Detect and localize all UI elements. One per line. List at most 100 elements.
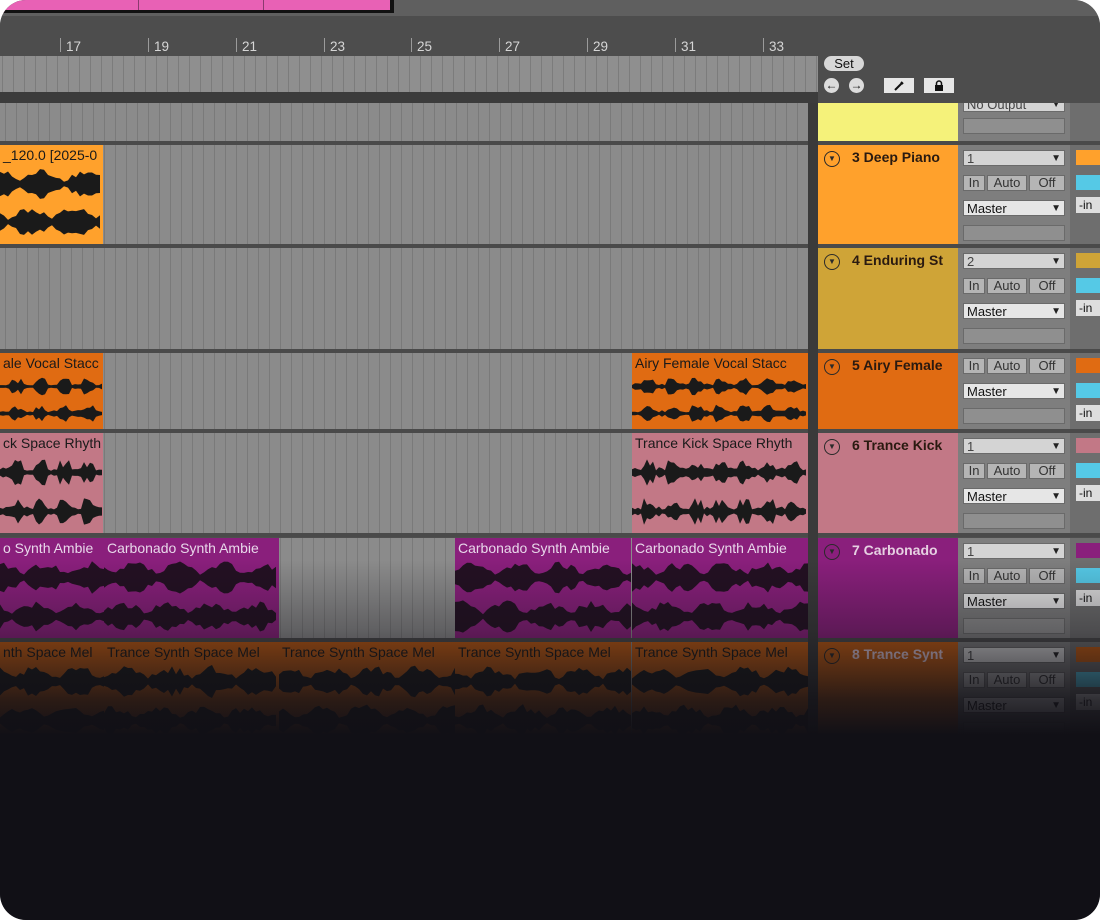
output-chooser[interactable]: Master▼ (963, 200, 1065, 216)
send-value-field[interactable]: -in (1076, 485, 1100, 501)
clip-color-swatch[interactable] (1076, 150, 1100, 165)
bar-number: 29 (593, 39, 609, 54)
input-channel-chooser[interactable]: 1▼ (963, 543, 1065, 559)
arrow-right-icon[interactable]: → (849, 78, 864, 93)
input-channel-chooser[interactable]: 2 ▼ (963, 253, 1065, 269)
track-header[interactable] (818, 103, 958, 141)
track-name: 4 Enduring St (852, 252, 943, 268)
track-header[interactable]: ▼ 4 Enduring St (818, 248, 958, 349)
monitor-off-button[interactable]: Off (1029, 463, 1065, 479)
track-io-section: In Auto Off Master ▼ (958, 353, 1070, 429)
empty-slot[interactable] (963, 225, 1065, 241)
activator-swatch[interactable] (1076, 383, 1100, 398)
track-header[interactable]: ▼ 5 Airy Female (818, 353, 958, 429)
pencil-icon[interactable] (884, 78, 914, 93)
audio-clip[interactable]: Airy Female Vocal Stacc (632, 353, 808, 429)
monitor-in-button[interactable]: In (963, 175, 985, 191)
clip-color-swatch[interactable] (1076, 253, 1100, 268)
activator-swatch[interactable] (1076, 175, 1100, 190)
fold-toggle-icon[interactable]: ▼ (824, 544, 840, 560)
set-locator-button[interactable]: Set (824, 56, 864, 71)
monitor-auto-button[interactable]: Auto (987, 278, 1027, 294)
track-name: 6 Trance Kick (852, 437, 943, 453)
bar-number: 31 (681, 39, 697, 54)
track-separator (0, 533, 1100, 537)
send-value-field[interactable]: -in (1076, 300, 1100, 316)
input-channel-value: 1 (967, 544, 975, 559)
input-channel-value: 2 (967, 254, 975, 269)
selected-clip-region[interactable] (0, 0, 394, 13)
waveform (632, 455, 808, 529)
waveform (632, 375, 808, 425)
clip-color-swatch[interactable] (1076, 438, 1100, 453)
audio-clip[interactable]: Trance Kick Space Rhyth (632, 433, 808, 533)
monitor-in-button[interactable]: In (963, 278, 985, 294)
activator-swatch[interactable] (1076, 278, 1100, 293)
monitor-off-button[interactable]: Off (1029, 175, 1065, 191)
ruler-tick (763, 38, 764, 52)
send-value-field[interactable]: -in (1076, 405, 1100, 421)
bar-number: 27 (505, 39, 521, 54)
track-lane[interactable]: ale Vocal Stacc Airy Female Vocal Stacc (0, 353, 808, 429)
fold-toggle-icon[interactable]: ▼ (824, 254, 840, 270)
bottom-fade-overlay (0, 560, 1100, 920)
clip-title: ale Vocal Stacc (3, 355, 99, 371)
monitor-in-button[interactable]: In (963, 463, 985, 479)
track-io-section: 1▼ InAutoOff Master▼ (958, 433, 1070, 533)
activator-swatch[interactable] (1076, 463, 1100, 478)
output-chooser[interactable]: Master▼ (963, 383, 1065, 399)
monitor-off-button[interactable]: Off (1029, 358, 1065, 374)
empty-slot[interactable] (963, 408, 1065, 424)
empty-slot[interactable] (963, 513, 1065, 529)
bar-number: 21 (242, 39, 258, 54)
audio-clip[interactable]: ale Vocal Stacc (0, 353, 103, 429)
track-lane[interactable]: ck Space Rhyth Trance Kick Space Rhyth (0, 433, 808, 533)
clip-title: Trance Kick Space Rhyth (635, 435, 793, 451)
input-channel-chooser[interactable]: 1▼ (963, 150, 1065, 166)
fold-toggle-icon[interactable]: ▼ (824, 439, 840, 455)
empty-slot[interactable] (963, 118, 1065, 134)
empty-slot[interactable] (963, 328, 1065, 344)
monitor-auto-button[interactable]: Auto (987, 358, 1027, 374)
monitor-auto-button[interactable]: Auto (987, 463, 1027, 479)
clip-title: Carbonado Synth Ambie (458, 540, 610, 556)
monitor-in-button[interactable]: In (963, 358, 985, 374)
beat-time-ruler[interactable]: 17 19 21 23 25 27 29 31 33 (0, 16, 818, 56)
mixer-edge: -in (1070, 433, 1100, 533)
clip-color-swatch[interactable] (1076, 543, 1100, 558)
waveform (0, 455, 103, 529)
clip-color-swatch[interactable] (1076, 358, 1100, 373)
waveform (0, 375, 103, 425)
input-channel-chooser[interactable]: 1▼ (963, 438, 1065, 454)
fold-toggle-icon[interactable]: ▼ (824, 151, 840, 167)
audio-clip[interactable]: _120.0 [2025-0 (0, 145, 103, 244)
track-lane[interactable] (0, 248, 808, 349)
track-header[interactable]: ▼ 3 Deep Piano (818, 145, 958, 244)
ruler-tick (60, 38, 61, 52)
output-chooser[interactable]: No Output ▼ (963, 103, 1065, 112)
track-lane[interactable]: _120.0 [2025-0 (0, 145, 808, 244)
track-name: 7 Carbonado (852, 542, 938, 558)
clip-title: o Synth Ambie (3, 540, 94, 556)
clip-title: Carbonado Synth Ambie (635, 540, 787, 556)
input-channel-value: 1 (967, 439, 975, 454)
overview-strip[interactable] (0, 56, 818, 92)
output-chooser[interactable]: Master▼ (963, 303, 1065, 319)
track-header[interactable]: ▼ 6 Trance Kick (818, 433, 958, 533)
send-value-field[interactable]: -in (1076, 197, 1100, 213)
track-lane[interactable] (0, 103, 808, 141)
bar-number: 25 (417, 39, 433, 54)
track-io-section: 1▼ InAutoOff Master▼ (958, 145, 1070, 244)
output-chooser[interactable]: Master▼ (963, 488, 1065, 504)
arrow-left-icon[interactable]: ← (824, 78, 839, 93)
output-value: Master (967, 304, 1007, 319)
ruler-tick (148, 38, 149, 52)
lock-icon[interactable] (924, 78, 954, 93)
track-io-section: 2 ▼ In Auto Off Master ▼ (958, 248, 1070, 349)
mixer-edge: -in (1070, 248, 1100, 349)
audio-clip[interactable]: ck Space Rhyth (0, 433, 103, 533)
fold-toggle-icon[interactable]: ▼ (824, 359, 840, 375)
monitor-off-button[interactable]: Off (1029, 278, 1065, 294)
clip-title: _120.0 [2025-0 (3, 147, 98, 163)
monitor-auto-button[interactable]: Auto (987, 175, 1027, 191)
